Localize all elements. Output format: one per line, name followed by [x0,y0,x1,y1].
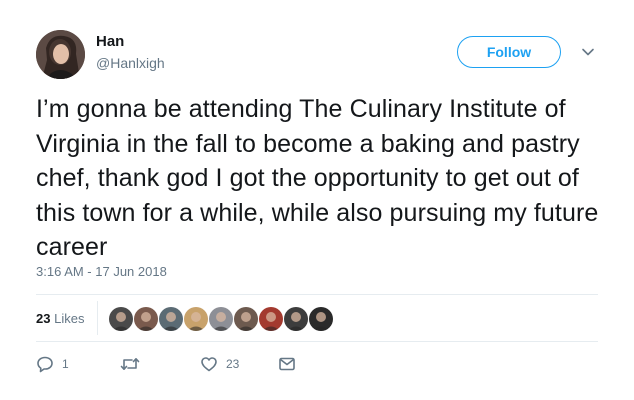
reply-icon [36,355,54,373]
tweet-timestamp[interactable]: 3:16 AM - 17 Jun 2018 [36,264,167,279]
like-button[interactable]: 23 [200,352,239,376]
like-count: 23 [226,357,240,371]
likes-count-number: 23 [36,311,51,326]
likes-count[interactable]: 23 Likes [36,311,84,326]
liker-avatar[interactable] [208,306,234,332]
retweet-button[interactable] [120,352,148,376]
reply-count: 1 [62,357,69,371]
author-handle[interactable]: @Hanlxigh [96,55,165,71]
author-name[interactable]: Han [96,33,124,50]
liker-avatar[interactable] [108,306,134,332]
reply-button[interactable]: 1 [36,352,69,376]
liker-avatars [108,306,334,332]
envelope-icon [278,355,296,373]
heart-icon [200,355,218,373]
divider [36,341,598,342]
follow-button[interactable]: Follow [457,36,561,68]
author-avatar[interactable] [36,30,85,79]
direct-message-button[interactable] [278,352,296,376]
likes-count-label: Likes [54,311,85,326]
divider [36,294,598,295]
liker-avatar[interactable] [308,306,334,332]
liker-avatar[interactable] [283,306,309,332]
chevron-down-icon[interactable] [580,44,596,60]
divider [97,301,98,335]
tweet-text: I’m gonna be attending The Culinary Inst… [36,95,599,261]
retweet-icon [120,355,140,373]
liker-avatar[interactable] [233,306,259,332]
liker-avatar[interactable] [258,306,284,332]
liker-avatar[interactable] [183,306,209,332]
liker-avatar[interactable] [133,306,159,332]
liker-avatar[interactable] [158,306,184,332]
